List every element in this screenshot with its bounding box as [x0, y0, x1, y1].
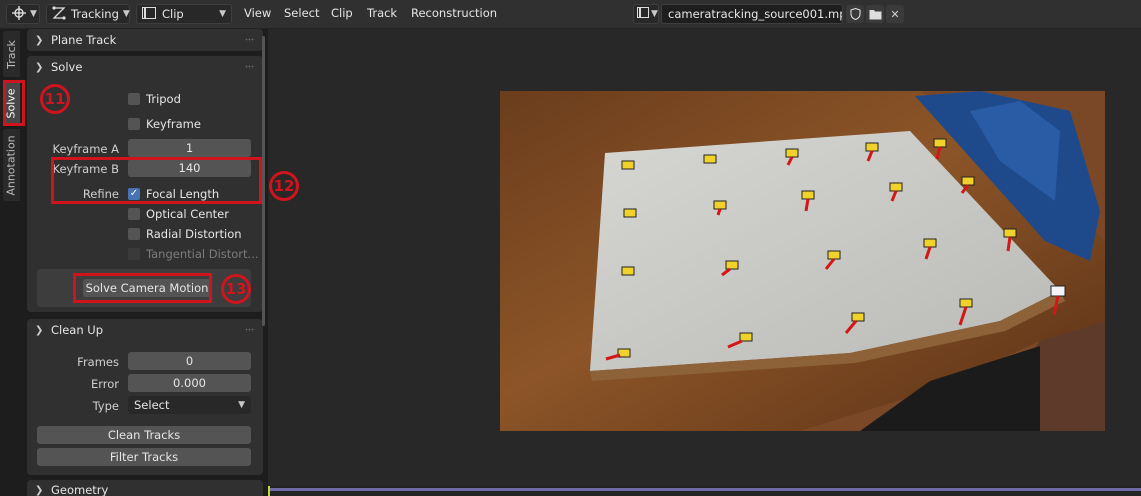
radial-distortion-checkbox[interactable]: Radial Distortion — [128, 227, 242, 241]
menu-track[interactable]: Track — [367, 6, 397, 20]
checkbox-box — [128, 248, 140, 260]
mode-label: Tracking — [71, 7, 119, 21]
tab-solve[interactable]: Solve — [3, 81, 20, 125]
clip-filename-field[interactable]: cameratracking_source001.mp4 — [661, 4, 843, 24]
type-label: Type — [92, 399, 119, 413]
menu-select[interactable]: Select — [284, 6, 319, 20]
shield-icon[interactable] — [846, 5, 864, 23]
menu-view[interactable]: View — [244, 6, 271, 20]
panel-plane-track-header[interactable]: ❯ Plane Track — [27, 29, 263, 51]
optical-center-checkbox[interactable]: Optical Center — [128, 207, 229, 221]
keyframe-a-label: Keyframe A — [52, 142, 119, 156]
chevron-right-icon: ❯ — [35, 34, 44, 46]
chevron-down-icon: ▼ — [219, 9, 226, 19]
tracking-icon — [52, 5, 66, 23]
sidebar-tabs: Track Solve Annotation — [0, 29, 22, 496]
menu-clip[interactable]: Clip — [331, 6, 353, 20]
drag-grip-icon[interactable] — [245, 328, 255, 332]
panel-geometry: ❯ Geometry — [27, 480, 263, 496]
sidebar-scrollbar[interactable] — [262, 36, 265, 326]
tangential-distortion-checkbox: Tangential Distort... — [128, 247, 259, 261]
type-select-value: Select — [134, 398, 170, 412]
keyframe-label: Keyframe — [146, 117, 201, 131]
drag-grip-icon[interactable] — [245, 65, 255, 69]
keyframe-a-field[interactable]: 1 — [128, 139, 251, 157]
clip-icon — [637, 7, 649, 21]
annotation-13: 13 — [221, 274, 251, 304]
clip-icon — [142, 6, 156, 22]
focal-length-checkbox[interactable]: ✓ Focal Length — [128, 187, 219, 201]
annotation-11: 11 — [40, 84, 70, 114]
frames-field[interactable]: 0 — [128, 352, 251, 370]
error-label: Error — [90, 377, 119, 391]
tab-annotation[interactable]: Annotation — [3, 129, 20, 201]
menu-reconstruction[interactable]: Reconstruction — [411, 6, 497, 20]
error-field[interactable]: 0.000 — [128, 374, 251, 392]
panel-plane-track: ❯ Plane Track — [27, 29, 263, 51]
view-type-dropdown[interactable]: Clip ▼ — [136, 4, 232, 24]
view-type-label: Clip — [162, 7, 184, 21]
clip-viewport[interactable] — [268, 29, 1141, 496]
checkbox-box[interactable] — [128, 118, 140, 130]
chevron-down-icon: ▼ — [238, 400, 245, 410]
panel-clean-up-title: Clean Up — [51, 323, 104, 337]
checkbox-box[interactable] — [128, 228, 140, 240]
refine-label: Refine — [82, 187, 119, 201]
chevron-down-icon: ▼ — [651, 9, 658, 19]
timeline-strip[interactable] — [268, 486, 1141, 496]
keyframe-b-field[interactable]: 140 — [128, 159, 251, 177]
tab-annotation-label: Annotation — [5, 134, 19, 196]
type-select[interactable]: Select ▼ — [128, 396, 251, 414]
annotation-12: 12 — [269, 171, 299, 201]
panel-plane-track-title: Plane Track — [51, 33, 117, 47]
focal-length-label: Focal Length — [146, 187, 220, 201]
panel-clean-up: ❯ Clean Up Frames 0 Error 0.000 Type Sel… — [27, 319, 263, 475]
keyframe-checkbox[interactable]: Keyframe — [128, 117, 201, 131]
checkbox-box[interactable] — [128, 93, 140, 105]
filter-tracks-button[interactable]: Filter Tracks — [37, 448, 251, 466]
radial-distortion-label: Radial Distortion — [146, 227, 242, 241]
mode-dropdown[interactable]: Tracking ▼ — [46, 4, 130, 24]
panel-geometry-title: Geometry — [51, 483, 109, 496]
tangential-distortion-label: Tangential Distort... — [146, 247, 259, 261]
folder-icon[interactable] — [866, 5, 884, 23]
checkmark-icon[interactable]: ✓ — [128, 188, 140, 200]
close-icon[interactable]: ✕ — [886, 5, 904, 23]
chevron-down-icon: ❯ — [35, 61, 44, 73]
optical-center-label: Optical Center — [146, 207, 229, 221]
drag-grip-icon[interactable] — [245, 38, 255, 42]
tab-track[interactable]: Track — [3, 31, 20, 77]
tab-solve-label: Solve — [5, 87, 19, 119]
tripod-checkbox[interactable]: Tripod — [128, 92, 181, 106]
header-bar: ▼ Tracking ▼ Clip ▼ View Select Clip Tra… — [0, 0, 1141, 29]
panel-clean-up-header[interactable]: ❯ Clean Up — [27, 319, 263, 341]
pivot-selector[interactable]: ▼ — [6, 4, 40, 24]
timeline-range-bar — [270, 488, 1141, 491]
current-frame-marker[interactable] — [268, 486, 270, 496]
checkbox-box[interactable] — [128, 208, 140, 220]
keyframe-b-label: Keyframe B — [52, 162, 120, 176]
chevron-right-icon: ❯ — [35, 484, 44, 496]
clip-browse-dropdown[interactable]: ▼ — [633, 4, 659, 24]
tab-track-label: Track — [5, 39, 19, 69]
frames-label: Frames — [77, 355, 119, 369]
crosshair-icon — [12, 5, 26, 23]
clip-frame — [500, 91, 1105, 431]
tripod-label: Tripod — [146, 92, 181, 106]
chevron-down-icon: ▼ — [30, 9, 37, 19]
panel-geometry-header[interactable]: ❯ Geometry — [27, 480, 263, 496]
chevron-down-icon: ❯ — [35, 324, 44, 336]
chevron-down-icon: ▼ — [122, 9, 130, 19]
clean-tracks-button[interactable]: Clean Tracks — [37, 426, 251, 444]
panel-solve-title: Solve — [51, 60, 83, 74]
solve-camera-motion-button[interactable]: Solve Camera Motion — [83, 279, 211, 297]
panel-solve-header[interactable]: ❯ Solve — [27, 56, 263, 78]
